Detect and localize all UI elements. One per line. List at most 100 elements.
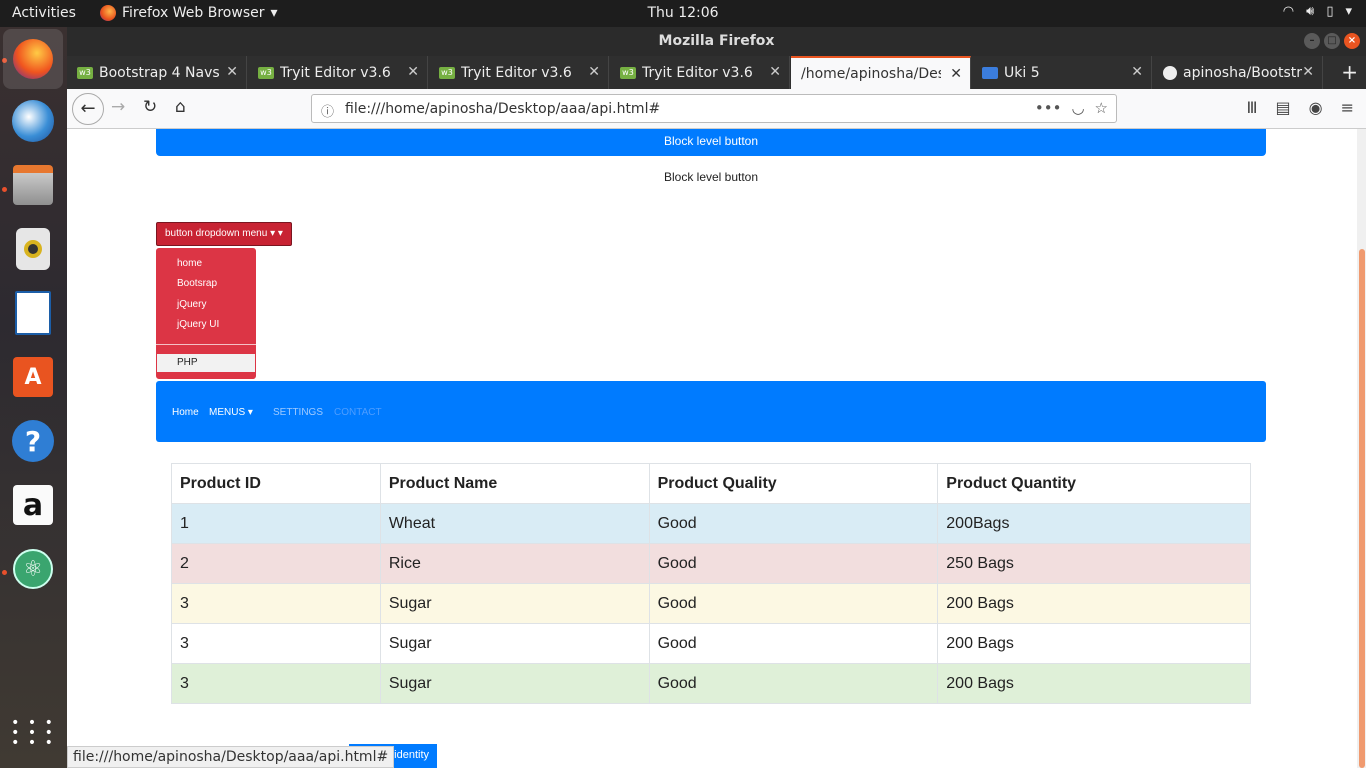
close-tab-icon[interactable]: ✕ [769,64,781,80]
library-icon[interactable]: Ⅲ [1246,98,1257,117]
url-bar[interactable]: ⓘ file:///home/apinosha/Desktop/aaa/api.… [311,94,1117,123]
block-level-button-light[interactable]: Block level button [156,165,1266,189]
app-menu[interactable]: Firefox Web Browser ▾ [100,5,278,21]
table-cell: 200Bags [937,503,1251,544]
back-button[interactable]: ← [72,93,104,125]
column-header: Product Name [379,463,650,504]
atom-icon: ⚛ [13,549,53,589]
dropdown-item-php[interactable]: PHP [157,354,255,372]
w3-icon: w3 [439,66,455,79]
nav-link-settings[interactable]: SETTINGS [273,407,323,418]
window-titlebar: Mozilla Firefox – □ × [67,27,1366,56]
close-tab-icon[interactable]: ✕ [407,64,419,80]
dock: A ? a ⚛ • • • • • • • • • [0,27,67,768]
tab-tryit-1[interactable]: w3 Tryit Editor v3.6 ✕ [248,56,428,89]
firefox-launcher[interactable] [3,29,63,89]
table-cell: Rice [379,543,650,584]
software-center-launcher[interactable]: A [9,353,57,401]
minimize-button[interactable]: – [1304,33,1320,49]
tab-uki-5[interactable]: Uki 5 ✕ [972,56,1152,89]
dropdown-item-home[interactable]: home [177,258,202,269]
github-icon [1163,65,1177,80]
contact-icon [982,66,998,79]
show-applications-button[interactable]: • • • • • • • • • [9,709,57,757]
sidebar-icon[interactable]: ▤ [1276,98,1291,117]
page-scrollbar[interactable] [1357,129,1366,768]
table-cell: 200 Bags [937,583,1251,624]
scrollbar-thumb[interactable] [1359,249,1365,768]
help-launcher[interactable]: ? [9,417,57,465]
bookmark-star-icon[interactable]: ☆ [1095,99,1108,117]
table-cell: 2 [171,543,381,584]
block-level-button-primary[interactable]: Block level button [156,129,1266,156]
table-row: 3 Sugar Good 200 Bags [171,663,1251,704]
table-cell: Good [648,623,939,664]
files-launcher[interactable] [9,161,57,209]
table-row: 2 Rice Good 250 Bags [171,543,1251,584]
atom-launcher[interactable]: ⚛ [9,545,57,593]
tab-github[interactable]: apinosha/Bootstr ✕ [1153,56,1323,89]
reload-button[interactable]: ↻ [143,97,157,117]
table-cell: Sugar [379,583,650,624]
table-cell: Good [648,543,939,584]
table-row: 3 Sugar Good 200 Bags [171,623,1251,664]
dropdown-item-jquery-ui[interactable]: jQuery UI [177,319,219,330]
pocket-icon[interactable]: ◡ [1071,99,1084,117]
column-header: Product Quality [648,463,939,504]
system-tray[interactable]: ◠ 🔊︎ ▯ ▾ [1283,4,1352,19]
account-icon[interactable]: ◉ [1309,98,1323,117]
amazon-launcher[interactable]: a [9,481,57,529]
dropdown-toggle-button[interactable]: button dropdown menu ▾ ▾ [156,222,292,246]
table-cell: Wheat [379,503,650,544]
navigation-toolbar: ← → ↻ ⌂ ⓘ file:///home/apinosha/Desktop/… [67,89,1366,129]
w3-icon: w3 [77,66,93,79]
tab-tryit-3[interactable]: w3 Tryit Editor v3.6 ✕ [610,56,790,89]
maximize-button[interactable]: □ [1324,33,1340,49]
nav-link-home[interactable]: Home [172,407,199,418]
table-cell: 1 [171,503,381,544]
amazon-icon: a [13,485,53,525]
clock[interactable]: Thu 12:06 [647,5,718,21]
close-tab-icon[interactable]: ✕ [950,66,962,82]
forward-button[interactable]: → [111,97,125,117]
document-icon [15,291,51,335]
column-header: Product Quantity [937,463,1251,504]
dropdown-item-bootsrap[interactable]: Bootsrap [177,278,217,289]
new-tab-button[interactable]: + [1341,60,1358,84]
dropdown-divider [156,344,256,345]
home-button[interactable]: ⌂ [175,97,186,117]
app-menu-label: Firefox Web Browser [122,5,265,21]
dropdown-menu: home Bootsrap jQuery jQuery UI PHP [156,248,256,379]
activities-button[interactable]: Activities [12,5,76,21]
rhythmbox-launcher[interactable] [9,225,57,273]
page-actions-icon[interactable]: ••• [1035,99,1062,117]
tab-active-local-file[interactable]: /home/apinosha/Des ✕ [791,56,971,89]
nav-link-menus[interactable]: MENUS ▾ [209,407,253,418]
tab-label: Tryit Editor v3.6 [461,64,572,81]
help-icon: ? [12,420,54,462]
hamburger-menu-icon[interactable]: ≡ [1341,98,1354,117]
dropdown-item-jquery[interactable]: jQuery [177,299,206,310]
close-tab-icon[interactable]: ✕ [1131,64,1143,80]
tab-tryit-2[interactable]: w3 Tryit Editor v3.6 ✕ [429,56,609,89]
close-tab-icon[interactable]: ✕ [226,64,238,80]
table-cell: Sugar [379,663,650,704]
thunderbird-launcher[interactable] [9,97,57,145]
close-window-button[interactable]: × [1344,33,1360,49]
close-tab-icon[interactable]: ✕ [588,64,600,80]
caret-down-icon: ▾ ▾ [270,228,283,239]
close-tab-icon[interactable]: ✕ [1302,64,1314,80]
tab-bootstrap-navs[interactable]: w3 Bootstrap 4 Navs ✕ [67,56,247,89]
nav-link-contact[interactable]: CONTACT [334,407,382,418]
running-indicator [2,570,7,575]
table-cell: 200 Bags [937,623,1251,664]
nav-link-menus-label: MENUS [209,407,246,418]
tab-label: Bootstrap 4 Navs [99,64,220,81]
table-row: 1 Wheat Good 200Bags [171,503,1251,544]
table-cell: 200 Bags [937,663,1251,704]
info-icon[interactable]: ⓘ [321,101,334,120]
wifi-icon: ◠ [1282,4,1295,19]
table-cell: 3 [171,583,381,624]
writer-launcher[interactable] [9,289,57,337]
tab-label: apinosha/Bootstr [1183,64,1303,81]
